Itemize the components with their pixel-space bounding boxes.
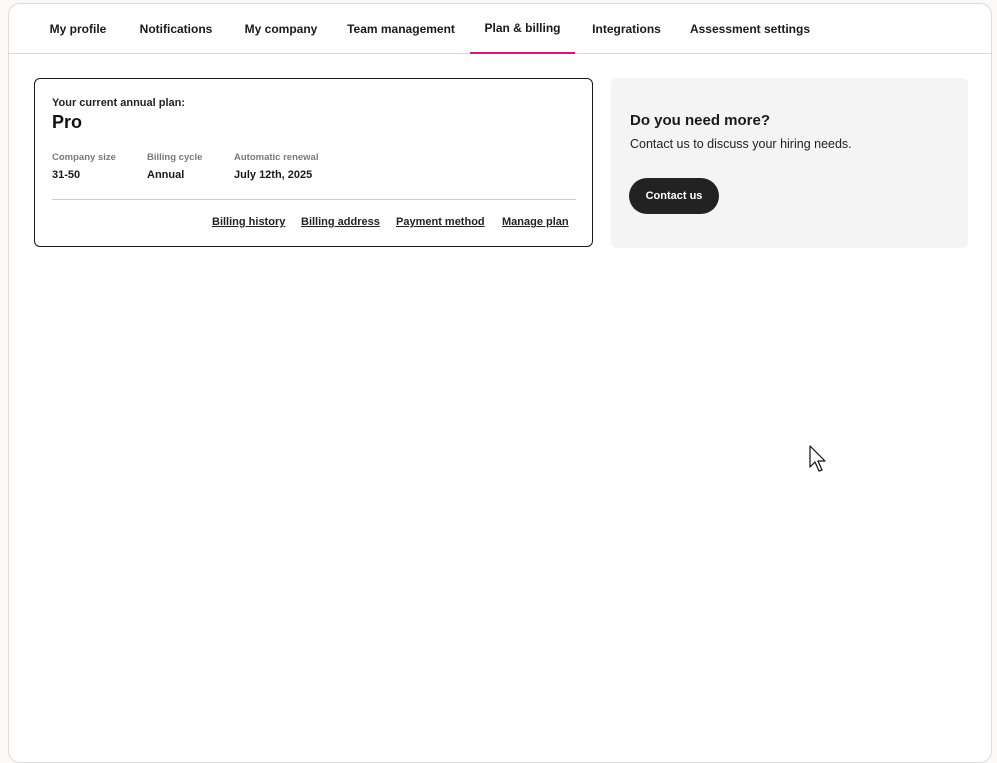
manage-plan-link[interactable]: Manage plan: [502, 216, 569, 228]
company-size-label: Company size: [52, 152, 116, 163]
plan-name: Pro: [52, 112, 83, 132]
automatic-renewal-label: Automatic renewal: [234, 152, 319, 163]
tab-notifications[interactable]: Notifications: [135, 4, 217, 54]
automatic-renewal-field: Automatic renewal July 12th, 2025: [234, 152, 318, 181]
tab-my-profile[interactable]: My profile: [43, 4, 113, 54]
billing-history-link[interactable]: Billing history: [212, 216, 285, 228]
payment-method-link[interactable]: Payment method: [396, 216, 485, 228]
tab-integrations[interactable]: Integrations: [588, 4, 665, 54]
mouse-pointer-icon: [809, 445, 826, 472]
tab-my-company[interactable]: My company: [241, 4, 321, 54]
billing-address-link[interactable]: Billing address: [301, 216, 380, 228]
current-plan-card: Your current annual plan: Pro Company si…: [34, 78, 593, 247]
billing-cycle-label: Billing cycle: [147, 152, 203, 163]
settings-window: My profile Notifications My company Team…: [8, 3, 992, 763]
plan-caption: Your current annual plan:: [52, 97, 186, 109]
need-more-text: Contact us to discuss your hiring needs.: [630, 137, 852, 151]
contact-us-button[interactable]: Contact us: [629, 178, 719, 214]
company-size-value: 31-50: [52, 169, 81, 181]
tab-plan-billing[interactable]: Plan & billing: [470, 4, 575, 54]
billing-cycle-value: Annual: [147, 169, 185, 181]
company-size-field: Company size 31-50: [52, 152, 116, 181]
automatic-renewal-value: July 12th, 2025: [234, 169, 313, 181]
settings-tab-bar: My profile Notifications My company Team…: [9, 4, 991, 54]
need-more-card: Do you need more? Contact us to discuss …: [611, 78, 968, 248]
need-more-title: Do you need more?: [630, 112, 771, 129]
tab-team-management[interactable]: Team management: [345, 4, 457, 54]
billing-cycle-field: Billing cycle Annual: [147, 152, 202, 181]
tab-assessment-settings[interactable]: Assessment settings: [689, 4, 811, 54]
plan-card-divider: [52, 199, 576, 200]
